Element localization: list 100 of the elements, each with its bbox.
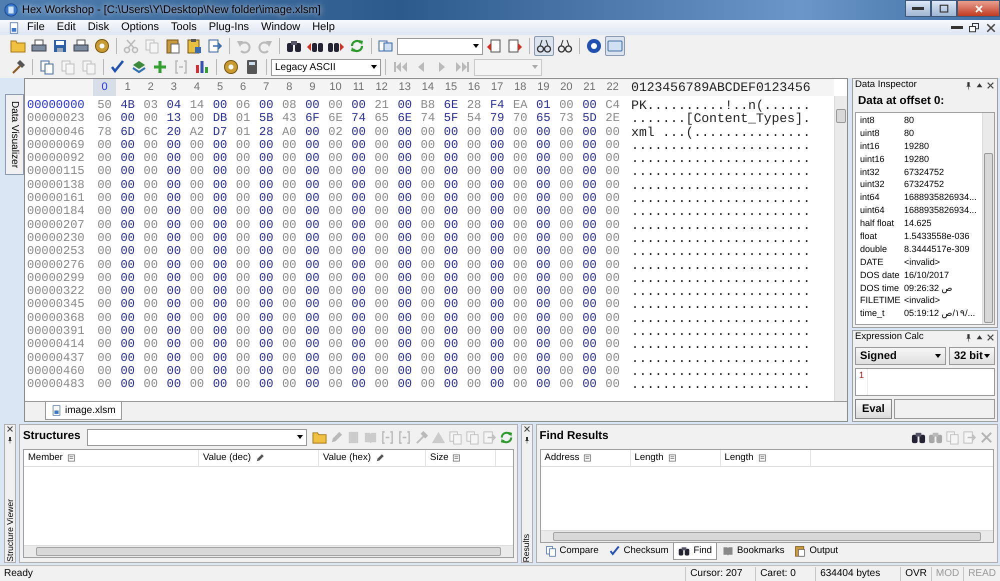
hex-byte[interactable]: 00 <box>578 178 602 192</box>
hex-byte[interactable]: 00 <box>532 165 555 179</box>
hex-byte[interactable]: 00 <box>300 205 324 219</box>
hex-byte[interactable]: 00 <box>347 285 370 298</box>
hex-byte[interactable]: 00 <box>532 285 555 298</box>
hex-byte[interactable]: 00 <box>300 352 324 365</box>
hex-byte[interactable]: 00 <box>162 152 186 166</box>
hex-byte[interactable]: 00 <box>486 232 509 246</box>
hex-byte[interactable]: 00 <box>532 218 555 232</box>
hex-byte[interactable]: 00 <box>208 298 232 312</box>
restore-icon[interactable] <box>968 22 980 34</box>
hex-byte[interactable]: 00 <box>347 126 370 139</box>
hex-byte[interactable]: 00 <box>393 138 416 152</box>
hex-byte[interactable]: 00 <box>116 364 140 378</box>
tab[interactable]: Output <box>789 543 844 560</box>
hex-byte[interactable]: 00 <box>300 312 324 326</box>
hex-byte[interactable]: 5D <box>578 112 602 126</box>
hex-byte[interactable]: 00 <box>254 325 278 338</box>
hex-byte[interactable]: 00 <box>439 272 462 286</box>
hex-byte[interactable]: 00 <box>439 285 462 298</box>
hex-byte[interactable]: 00 <box>532 205 555 219</box>
hex-byte[interactable]: 00 <box>347 364 370 378</box>
hex-byte[interactable]: D7 <box>208 126 232 139</box>
hex-byte[interactable]: 00 <box>208 285 232 298</box>
hex-byte[interactable]: 00 <box>300 298 324 312</box>
hex-byte[interactable]: 00 <box>578 352 602 365</box>
hex-byte[interactable]: 00 <box>208 325 232 338</box>
hex-byte[interactable]: 00 <box>162 192 186 206</box>
close-icon[interactable] <box>986 333 995 342</box>
hex-byte[interactable]: 00 <box>254 178 278 192</box>
hex-byte[interactable]: 00 <box>486 338 509 352</box>
column-header[interactable]: Member <box>24 450 199 466</box>
hex-byte[interactable]: 00 <box>439 258 462 272</box>
dropdown[interactable]: Signed <box>855 347 946 365</box>
hex-byte[interactable]: 00 <box>393 325 416 338</box>
hex-byte[interactable]: 00 <box>254 364 278 378</box>
hex-byte[interactable]: 00 <box>393 99 416 112</box>
hex-byte[interactable]: 00 <box>393 152 416 166</box>
hex-byte[interactable]: 00 <box>532 364 555 378</box>
hex-byte[interactable]: 00 <box>208 178 232 192</box>
hex-byte[interactable]: 00 <box>532 258 555 272</box>
hex-byte[interactable]: 00 <box>208 218 232 232</box>
hex-byte[interactable]: 00 <box>116 352 140 365</box>
hex-byte[interactable]: 00 <box>347 258 370 272</box>
hex-byte[interactable]: 00 <box>578 338 602 352</box>
hex-byte[interactable]: 00 <box>162 272 186 286</box>
hex-byte[interactable]: 00 <box>208 378 232 392</box>
hex-byte[interactable]: 6D <box>116 126 140 139</box>
tab[interactable]: Compare <box>540 543 604 560</box>
hex-byte[interactable]: 00 <box>254 258 278 272</box>
hex-byte[interactable]: 00 <box>486 205 509 219</box>
hex-byte[interactable]: 00 <box>254 165 278 179</box>
hex-byte[interactable]: 00 <box>300 245 324 259</box>
hex-byte[interactable]: 00 <box>486 245 509 259</box>
hex-byte[interactable]: 00 <box>116 192 140 206</box>
hex-byte[interactable]: 00 <box>532 192 555 206</box>
scrollbar[interactable] <box>834 96 847 401</box>
hex-byte[interactable]: 00 <box>162 298 186 312</box>
hex-byte[interactable]: 00 <box>532 338 555 352</box>
tab[interactable]: Checksum <box>604 543 674 560</box>
hex-byte[interactable]: 00 <box>578 218 602 232</box>
menu-item[interactable]: Plug-Ins <box>204 21 254 34</box>
hex-byte[interactable]: 00 <box>578 205 602 219</box>
expression-field[interactable]: 1 <box>855 368 995 396</box>
hex-byte[interactable]: 00 <box>254 218 278 232</box>
hex-byte[interactable]: 00 <box>532 272 555 286</box>
hex-byte[interactable]: F4 <box>486 99 509 112</box>
hex-byte[interactable]: 00 <box>578 285 602 298</box>
hex-byte[interactable]: 00 <box>393 205 416 219</box>
hex-byte[interactable]: 00 <box>347 178 370 192</box>
hex-byte[interactable]: 00 <box>532 245 555 259</box>
hex-byte[interactable]: 65 <box>532 112 555 126</box>
hex-byte[interactable]: 00 <box>300 325 324 338</box>
hex-byte[interactable]: 00 <box>393 218 416 232</box>
hex-byte[interactable]: 00 <box>439 232 462 246</box>
hex-byte[interactable]: 00 <box>300 192 324 206</box>
hex-byte[interactable]: 00 <box>393 258 416 272</box>
hex-byte[interactable]: 00 <box>486 364 509 378</box>
hex-byte[interactable]: 00 <box>162 165 186 179</box>
hex-byte[interactable]: 00 <box>300 232 324 246</box>
hex-byte[interactable]: 00 <box>486 192 509 206</box>
hex-byte[interactable]: 00 <box>578 325 602 338</box>
hex-byte[interactable]: 00 <box>486 312 509 326</box>
pin-icon[interactable] <box>964 333 973 342</box>
hex-byte[interactable]: 00 <box>578 364 602 378</box>
hex-byte[interactable]: 00 <box>578 272 602 286</box>
hex-byte[interactable]: 00 <box>486 352 509 365</box>
hex-byte[interactable]: 00 <box>254 138 278 152</box>
hex-byte[interactable]: 00 <box>393 338 416 352</box>
hex-byte[interactable]: 00 <box>439 364 462 378</box>
hex-byte[interactable]: 00 <box>347 165 370 179</box>
close-icon[interactable] <box>985 22 997 34</box>
hex-byte[interactable]: 00 <box>300 218 324 232</box>
hex-byte[interactable]: 00 <box>208 364 232 378</box>
pin-icon[interactable] <box>964 81 973 90</box>
hex-byte[interactable]: 00 <box>300 165 324 179</box>
hex-byte[interactable]: 00 <box>347 232 370 246</box>
hex-byte[interactable]: 13 <box>162 112 186 126</box>
hex-byte[interactable]: 00 <box>532 232 555 246</box>
hex-byte[interactable]: 00 <box>578 152 602 166</box>
